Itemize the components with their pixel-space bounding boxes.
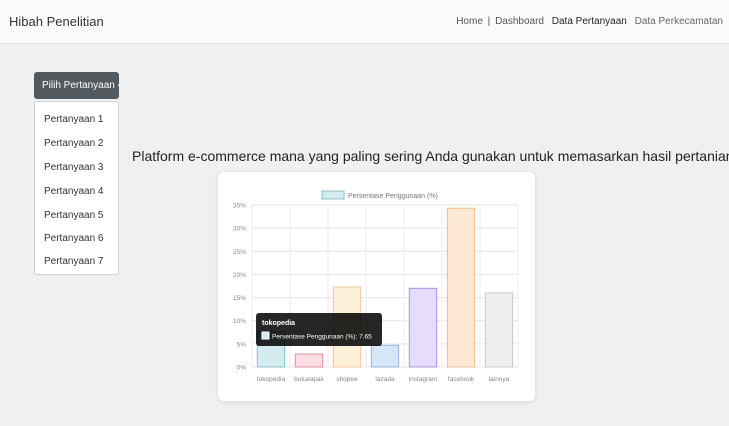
question-title: Platform e-commerce mana yang paling ser… (132, 148, 729, 164)
dropdown-item-pertanyaan-2[interactable]: Pertanyaan 2 (44, 138, 104, 149)
y-tick-label: 35% (233, 203, 246, 210)
dropdown-item-pertanyaan-7[interactable]: Pertanyaan 7 (44, 256, 104, 267)
dropdown-item-pertanyaan-5[interactable]: Pertanyaan 5 (44, 210, 104, 221)
x-tick-label: bukalapak (294, 376, 324, 383)
y-tick-label: 20% (233, 272, 246, 279)
navbar: Hibah Penelitian Home | Dashboard Data P… (0, 0, 729, 44)
y-tick-label: 5% (237, 341, 247, 348)
nav-home-link[interactable]: Home (456, 16, 483, 27)
x-tick-label: lazada (375, 376, 395, 383)
pilih-pertanyaan-button[interactable]: Pilih Pertanyaan ▾ (34, 72, 122, 99)
chart-card: 0% 5% 10% 15% 20% 25% 30% 35% tokopedia bukalapak… (218, 172, 535, 401)
legend-label: Persentase Penggunaan (%) (348, 193, 438, 200)
nav-data-pertanyaan-link[interactable]: Data Pertanyaan (552, 16, 627, 27)
chart-tooltip (256, 313, 382, 346)
dropdown-item-pertanyaan-6[interactable]: Pertanyaan 6 (44, 233, 104, 244)
legend-swatch (321, 190, 345, 200)
bar-facebook (446, 207, 476, 368)
tooltip-label: Persentase Penggunaan (%): 7.65 (272, 334, 372, 341)
x-tick-label: instagram (409, 376, 438, 383)
y-tick-label: 10% (233, 318, 246, 325)
nav-links: Home | Dashboard Data Pertanyaan Data Pe… (456, 16, 723, 27)
bar-lazada (370, 344, 400, 368)
y-tick-label: 25% (233, 249, 246, 256)
tooltip-swatch (261, 331, 270, 340)
dropdown-item-pertanyaan-4[interactable]: Pertanyaan 4 (44, 186, 104, 197)
x-tick-label: tokopedia (257, 376, 286, 383)
bar-instagram (408, 287, 438, 368)
x-tick-label: lainnya (489, 376, 510, 383)
y-tick-label: 30% (233, 226, 246, 233)
x-tick-label: facebook (448, 376, 475, 383)
bar-chart: 0% 5% 10% 15% 20% 25% 30% 35% tokopedia bukalapak… (233, 190, 519, 383)
x-tick-label: shopee (336, 376, 358, 383)
caret-down-icon: ▾ (117, 83, 122, 90)
brand-title[interactable]: Hibah Penelitian (9, 14, 104, 29)
bar-bukalapak (294, 353, 324, 368)
y-tick-label: 0% (237, 365, 247, 372)
dropdown-item-pertanyaan-3[interactable]: Pertanyaan 3 (44, 162, 104, 173)
y-tick-label: 15% (233, 295, 246, 302)
pertanyaan-dropdown-menu: Pertanyaan 1 Pertanyaan 2 Pertanyaan 3 P… (34, 101, 119, 275)
bar-lainnya (484, 292, 514, 368)
nav-data-perkecamatan-link[interactable]: Data Perkecamatan (635, 16, 723, 27)
nav-dashboard-link[interactable]: Dashboard (495, 16, 544, 27)
tooltip-title: tokopedia (262, 320, 295, 327)
dropdown-item-pertanyaan-1[interactable]: Pertanyaan 1 (44, 114, 104, 125)
pilih-pertanyaan-label: Pilih Pertanyaan (42, 80, 115, 91)
nav-separator: | (487, 16, 491, 27)
